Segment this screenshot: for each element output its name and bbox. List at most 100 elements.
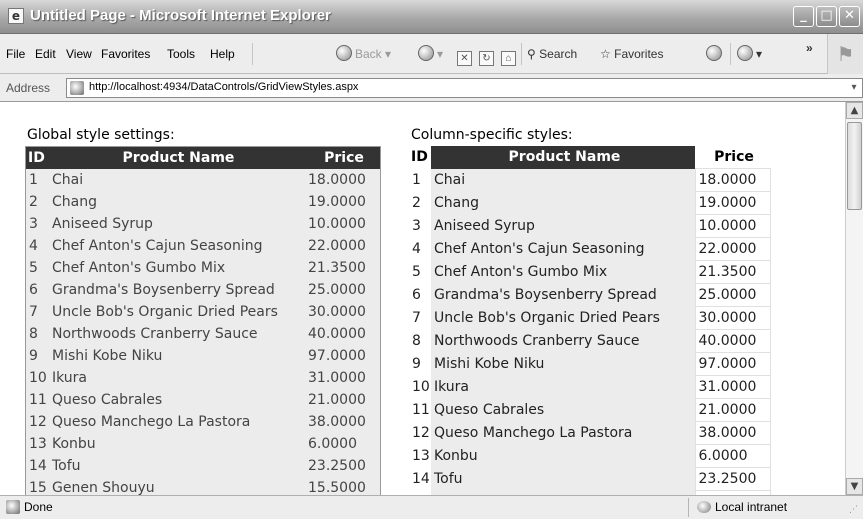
search-icon: ⚲ <box>527 47 536 61</box>
menu-help[interactable]: Help <box>210 47 235 61</box>
cell-product-name: Chang <box>52 194 97 210</box>
cell-price: 21.3500 <box>308 260 366 276</box>
cell-product-name: Northwoods Cranberry Sauce <box>52 326 258 342</box>
address-url[interactable]: http://localhost:4934/DataControls/GridV… <box>89 81 358 93</box>
cell-product-name: Chang <box>431 191 695 215</box>
table-row: 3 Aniseed Syrup 10.0000 <box>26 213 381 235</box>
maximize-button[interactable]: □ <box>816 6 837 27</box>
cell-price: 30.0000 <box>694 306 771 330</box>
cell-price: 21.0000 <box>308 392 366 408</box>
global-style-grid: ID Product Name Price 1 Chai 18.0000 2 Chang… <box>25 146 381 495</box>
cell-product-name: Chai <box>52 172 84 188</box>
header-id: ID <box>25 146 49 169</box>
address-bar: Address http://localhost:4934/DataContro… <box>0 74 863 102</box>
table-row: 2 Chang 19.0000 <box>26 191 381 213</box>
table-row: 10 Ikura 31.0000 <box>26 367 381 389</box>
cell-product-name: Chef Anton's Gumbo Mix <box>431 260 695 284</box>
cell-product-name: Chef Anton's Cajun Seasoning <box>52 238 263 254</box>
menu-tools[interactable]: Tools <box>167 47 195 61</box>
menu-favorites[interactable]: Favorites <box>101 47 150 61</box>
menu-view[interactable]: View <box>66 47 92 61</box>
cell-product-name: Uncle Bob's Organic Dried Pears <box>431 306 695 330</box>
cell-price: 19.0000 <box>694 191 771 215</box>
status-text: Done <box>24 500 53 514</box>
cell-id: 15 <box>29 480 47 495</box>
cell-id: 6 <box>29 282 38 298</box>
intranet-icon <box>697 501 711 513</box>
table-row: 6 Grandma's Boysenberry Spread 25.0000 <box>26 279 381 301</box>
history-icon <box>706 45 722 61</box>
ie-page-icon: e <box>8 8 24 24</box>
header-product-name: Product Name <box>49 146 305 169</box>
menu-file[interactable]: File <box>6 47 25 61</box>
back-arrow-icon <box>336 45 352 61</box>
global-style-heading: Global style settings: <box>27 127 175 143</box>
address-input[interactable]: http://localhost:4934/DataControls/GridV… <box>66 78 863 98</box>
stop-button[interactable]: ✕ <box>457 44 472 66</box>
scroll-up-arrow-icon[interactable]: ▲ <box>846 102 863 119</box>
cell-id: 1 <box>29 172 38 188</box>
table-row: 1 Chai 18.0000 <box>409 168 771 192</box>
cell-price: 25.0000 <box>308 282 366 298</box>
cell-price: 38.0000 <box>694 421 771 445</box>
cell-id: 13 <box>29 436 47 452</box>
table-row: 14 Tofu 23.2500 <box>409 467 771 491</box>
cell-product-name: Mishi Kobe Niku <box>431 352 695 376</box>
cell-price: 15.5000 <box>308 480 366 495</box>
cell-id: 11 <box>409 398 431 422</box>
history-button[interactable] <box>706 44 725 64</box>
cell-id: 9 <box>409 352 431 376</box>
cell-product-name: Chef Anton's Gumbo Mix <box>52 260 226 276</box>
favorites-button[interactable]: ☆ Favorites <box>600 44 663 64</box>
table-row: 5 Chef Anton's Gumbo Mix 21.3500 <box>409 260 771 284</box>
address-dropdown-icon[interactable]: ▾ <box>846 79 862 97</box>
cell-id: 7 <box>29 304 38 320</box>
status-bar: Done Local intranet ⋰ <box>0 495 863 519</box>
title-bar[interactable]: e Untitled Page - Microsoft Internet Exp… <box>0 0 863 34</box>
home-button[interactable]: ⌂ <box>501 44 516 66</box>
back-label: Back <box>355 47 382 61</box>
favorites-label: Favorites <box>614 47 664 61</box>
table-row: 1 Chai 18.0000 <box>26 169 381 191</box>
window-title: Untitled Page - Microsoft Internet Explo… <box>30 7 331 24</box>
cell-id: 13 <box>409 444 431 468</box>
cell-product-name: Genen Shouyu <box>52 480 155 495</box>
vertical-scrollbar[interactable]: ▲ ▼ <box>845 102 863 495</box>
close-button[interactable]: ✕ <box>839 6 860 27</box>
scroll-down-arrow-icon[interactable]: ▼ <box>846 478 863 495</box>
table-row: 3 Aniseed Syrup 10.0000 <box>409 214 771 238</box>
mail-button[interactable]: ▾ <box>737 44 762 64</box>
table-row: 13 Konbu 6.0000 <box>409 444 771 468</box>
scroll-thumb[interactable] <box>847 122 862 210</box>
back-button[interactable]: Back ▾ <box>336 44 391 64</box>
cell-id: 6 <box>409 283 431 307</box>
cell-id: 2 <box>409 191 431 215</box>
refresh-icon: ↻ <box>479 51 494 66</box>
minimize-button[interactable]: _ <box>793 6 814 27</box>
cell-id: 12 <box>29 414 47 430</box>
cell-id: 8 <box>409 329 431 353</box>
toolbar-overflow-chevron[interactable]: » <box>806 38 813 58</box>
resize-grip-icon[interactable]: ⋰ <box>849 505 861 517</box>
cell-price: 19.0000 <box>308 194 366 210</box>
cell-id: 5 <box>29 260 38 276</box>
cell-price: 10.0000 <box>694 214 771 238</box>
cell-id: 14 <box>29 458 47 474</box>
refresh-button[interactable]: ↻ <box>479 44 494 66</box>
search-button[interactable]: ⚲ Search <box>527 44 577 64</box>
cell-price: 31.0000 <box>308 370 366 386</box>
grid-header-row: ID Product Name Price <box>409 146 770 169</box>
table-row: 11 Queso Cabrales 21.0000 <box>409 398 771 422</box>
table-row: 8 Northwoods Cranberry Sauce 40.0000 <box>409 329 771 353</box>
menu-toolbar-row: File Edit View Favorites Tools Help Back… <box>0 34 863 74</box>
table-row: 9 Mishi Kobe Niku 97.0000 <box>409 352 771 376</box>
cell-price: 21.3500 <box>694 260 771 284</box>
cell-id: 10 <box>29 370 47 386</box>
forward-button[interactable]: ▾ <box>418 44 443 64</box>
menu-edit[interactable]: Edit <box>35 47 56 61</box>
cell-product-name: Grandma's Boysenberry Spread <box>431 283 695 307</box>
cell-product-name: Grandma's Boysenberry Spread <box>52 282 275 298</box>
cell-product-name: Queso Cabrales <box>52 392 163 408</box>
cell-product-name: Konbu <box>52 436 96 452</box>
security-zone: Local intranet <box>697 500 787 514</box>
